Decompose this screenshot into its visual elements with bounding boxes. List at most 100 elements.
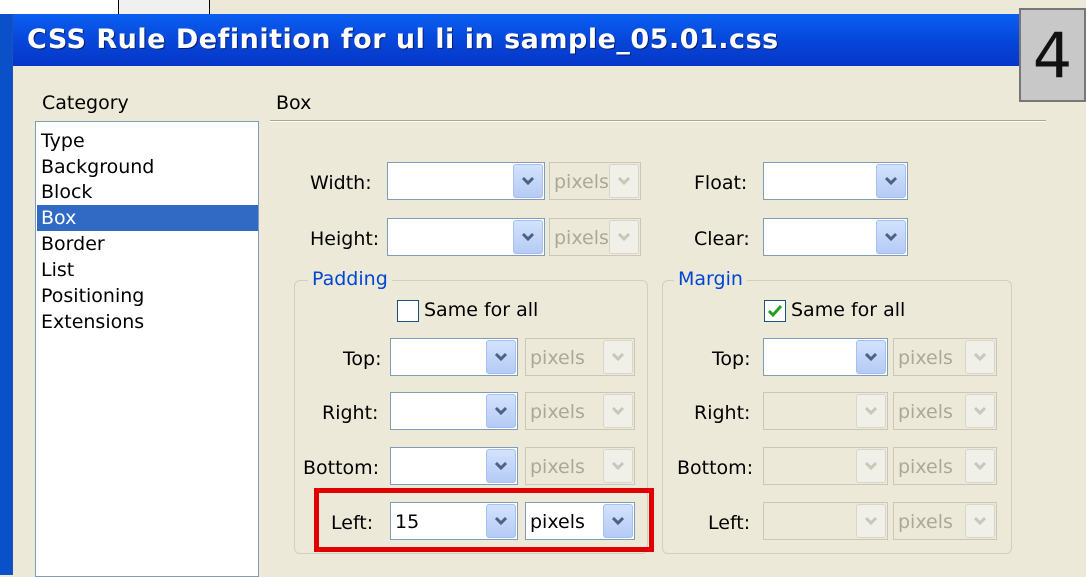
margin-bottom-combo[interactable] [763,447,888,485]
padding-same-for-all-checkbox[interactable] [397,300,419,322]
category-item-background[interactable]: Background [41,154,253,180]
chevron-down-icon [973,352,987,362]
margin-bottom-unit-combo[interactable]: pixels [893,447,997,485]
padding-bottom-dropdown-button[interactable] [486,449,516,483]
width-combo[interactable] [387,162,545,200]
margin-legend: Margin [674,268,747,290]
clear-combo[interactable] [763,218,908,256]
margin-top-dropdown-button[interactable] [856,340,886,374]
padding-bottom-combo[interactable] [390,447,518,485]
chevron-down-icon [611,352,625,362]
width-unit-value: pixels [554,171,609,193]
height-combo[interactable] [387,218,545,256]
height-label: Height: [310,228,380,250]
padding-legend: Padding [308,268,392,290]
width-label: Width: [310,172,372,194]
margin-same-for-all-label[interactable]: Same for all [791,299,905,321]
padding-top-combo[interactable] [390,338,518,376]
chevron-down-icon [611,406,625,416]
category-item-box[interactable]: Box [37,205,258,231]
width-dropdown-button[interactable] [513,164,543,198]
chevron-down-icon [864,461,878,471]
margin-right-combo[interactable] [763,392,888,430]
margin-top-unit-dropdown-button[interactable] [965,340,995,374]
margin-bottom-label: Bottom: [677,457,754,479]
width-unit-dropdown-button[interactable] [609,164,639,198]
padding-same-for-all-label[interactable]: Same for all [424,299,538,321]
margin-bottom-unit-value: pixels [898,456,953,478]
margin-right-unit-value: pixels [898,401,953,423]
padding-top-label: Top: [343,348,382,370]
width-unit-combo[interactable]: pixels [549,162,641,200]
margin-left-dropdown-button[interactable] [856,504,886,538]
category-item-block[interactable]: Block [41,179,253,205]
margin-left-label: Left: [708,512,751,534]
category-item-positioning[interactable]: Positioning [41,283,253,309]
padding-right-label: Right: [322,402,379,424]
margin-left-unit-value: pixels [898,511,953,533]
chevron-down-icon [864,516,878,526]
float-dropdown-button[interactable] [876,164,906,198]
chevron-down-icon [521,232,535,242]
margin-top-unit-combo[interactable]: pixels [893,338,997,376]
margin-top-combo[interactable] [763,338,888,376]
chevron-down-icon [973,516,987,526]
category-label: Category [42,92,129,114]
chevron-down-icon [864,406,878,416]
float-combo[interactable] [763,162,908,200]
float-label: Float: [694,172,748,194]
padding-right-unit-combo[interactable]: pixels [525,392,635,430]
chevron-down-icon [617,176,631,186]
margin-right-label: Right: [694,402,751,424]
margin-right-unit-combo[interactable]: pixels [893,392,997,430]
margin-same-for-all-checkbox[interactable] [764,300,786,322]
padding-top-unit-dropdown-button[interactable] [603,340,633,374]
chevron-down-icon [611,461,625,471]
section-title: Box [276,92,312,114]
height-dropdown-button[interactable] [513,220,543,254]
category-item-list[interactable]: List [41,257,253,283]
chevron-down-icon [521,176,535,186]
height-unit-combo[interactable]: pixels [549,218,641,256]
padding-bottom-unit-value: pixels [530,456,585,478]
clear-dropdown-button[interactable] [876,220,906,254]
padding-top-dropdown-button[interactable] [486,340,516,374]
annotation-highlight-box [314,488,654,552]
margin-bottom-dropdown-button[interactable] [856,449,886,483]
chevron-down-icon [973,461,987,471]
chevron-down-icon [494,461,508,471]
chevron-down-icon [494,406,508,416]
dialog-title: CSS Rule Definition for ul li in sample_… [27,24,779,55]
height-unit-value: pixels [554,227,609,249]
padding-top-unit-value: pixels [530,347,585,369]
category-item-border[interactable]: Border [41,231,253,257]
margin-left-combo[interactable] [763,502,888,540]
margin-right-unit-dropdown-button[interactable] [965,394,995,428]
margin-right-dropdown-button[interactable] [856,394,886,428]
padding-bottom-unit-combo[interactable]: pixels [525,447,635,485]
padding-top-unit-combo[interactable]: pixels [525,338,635,376]
step-number-badge: 4 [1019,8,1086,102]
chevron-down-icon [617,232,631,242]
padding-right-combo[interactable] [390,392,518,430]
background-window-border [0,14,12,575]
padding-bottom-unit-dropdown-button[interactable] [603,449,633,483]
category-item-extensions[interactable]: Extensions [41,309,253,335]
margin-left-unit-dropdown-button[interactable] [965,504,995,538]
background-window-tab-2 [118,0,210,15]
dialog-titlebar[interactable]: CSS Rule Definition for ul li in sample_… [13,14,1086,66]
category-list[interactable]: Type Background Block Box Border List Po… [35,121,259,577]
padding-bottom-label: Bottom: [303,457,380,479]
clear-label: Clear: [694,228,750,250]
padding-right-dropdown-button[interactable] [486,394,516,428]
margin-top-unit-value: pixels [898,347,953,369]
margin-left-unit-combo[interactable]: pixels [893,502,997,540]
chevron-down-icon [864,352,878,362]
category-item-type[interactable]: Type [41,128,253,154]
margin-bottom-unit-dropdown-button[interactable] [965,449,995,483]
checkmark-icon [767,305,783,318]
padding-right-unit-dropdown-button[interactable] [603,394,633,428]
padding-right-unit-value: pixels [530,401,585,423]
height-unit-dropdown-button[interactable] [609,220,639,254]
section-divider [270,120,1046,122]
